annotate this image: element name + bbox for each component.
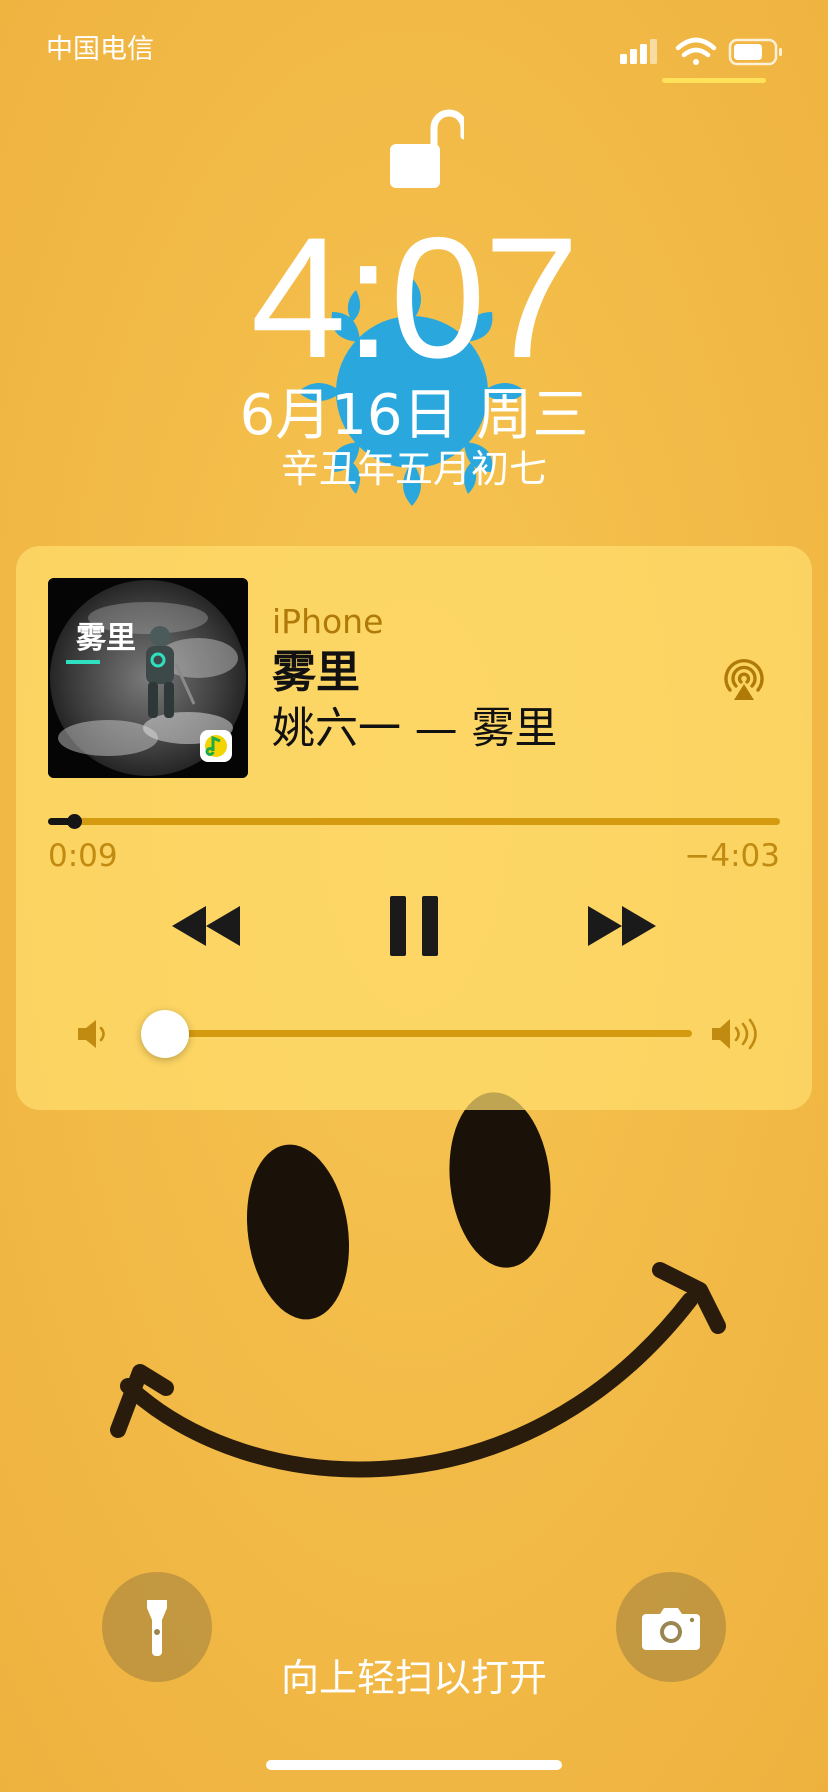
volume-slider-knob[interactable] bbox=[140, 1010, 189, 1058]
lock-screen-time: 4:07 bbox=[250, 202, 580, 394]
fast-forward-icon[interactable] bbox=[584, 904, 660, 948]
status-icons bbox=[620, 37, 782, 66]
speaker-high-icon bbox=[712, 1018, 757, 1050]
album-art-title: 雾里 bbox=[76, 621, 136, 656]
rewind-icon[interactable] bbox=[168, 904, 244, 948]
song-title: 雾里 bbox=[272, 647, 360, 698]
album-art[interactable]: 雾里 bbox=[48, 578, 248, 778]
unlocked-padlock-icon bbox=[390, 109, 464, 188]
remaining-time: −4:03 bbox=[684, 838, 780, 874]
lock-screen-date: 6月16日 周三 bbox=[239, 383, 589, 448]
status-underline bbox=[662, 78, 766, 83]
battery-icon bbox=[728, 38, 782, 66]
speaker-low-icon bbox=[78, 1020, 105, 1048]
home-indicator[interactable] bbox=[266, 1760, 562, 1770]
artist-album: 姚六一 — 雾里 bbox=[272, 704, 558, 754]
airplay-icon[interactable] bbox=[720, 656, 768, 704]
album-art-image: 雾里 bbox=[48, 578, 248, 778]
carrier-label: 中国电信 bbox=[46, 34, 154, 65]
pause-icon[interactable] bbox=[388, 894, 440, 958]
elapsed-time: 0:09 bbox=[48, 838, 118, 874]
volume-track[interactable] bbox=[154, 1030, 692, 1037]
playback-progress-track[interactable] bbox=[48, 818, 780, 825]
playback-scrubber[interactable] bbox=[67, 814, 83, 829]
output-device-label: iPhone bbox=[272, 602, 384, 641]
cellular-signal-icon bbox=[620, 39, 657, 64]
wifi-icon bbox=[675, 37, 717, 65]
swipe-up-hint: 向上轻扫以打开 bbox=[280, 1656, 547, 1700]
qq-music-badge-icon bbox=[200, 730, 232, 762]
lunar-date: 辛丑年五月初七 bbox=[280, 447, 547, 491]
now-playing-card: 雾里 iPhone 雾里 姚六一 — 雾里 0:09 −4:03 bbox=[16, 546, 812, 1110]
